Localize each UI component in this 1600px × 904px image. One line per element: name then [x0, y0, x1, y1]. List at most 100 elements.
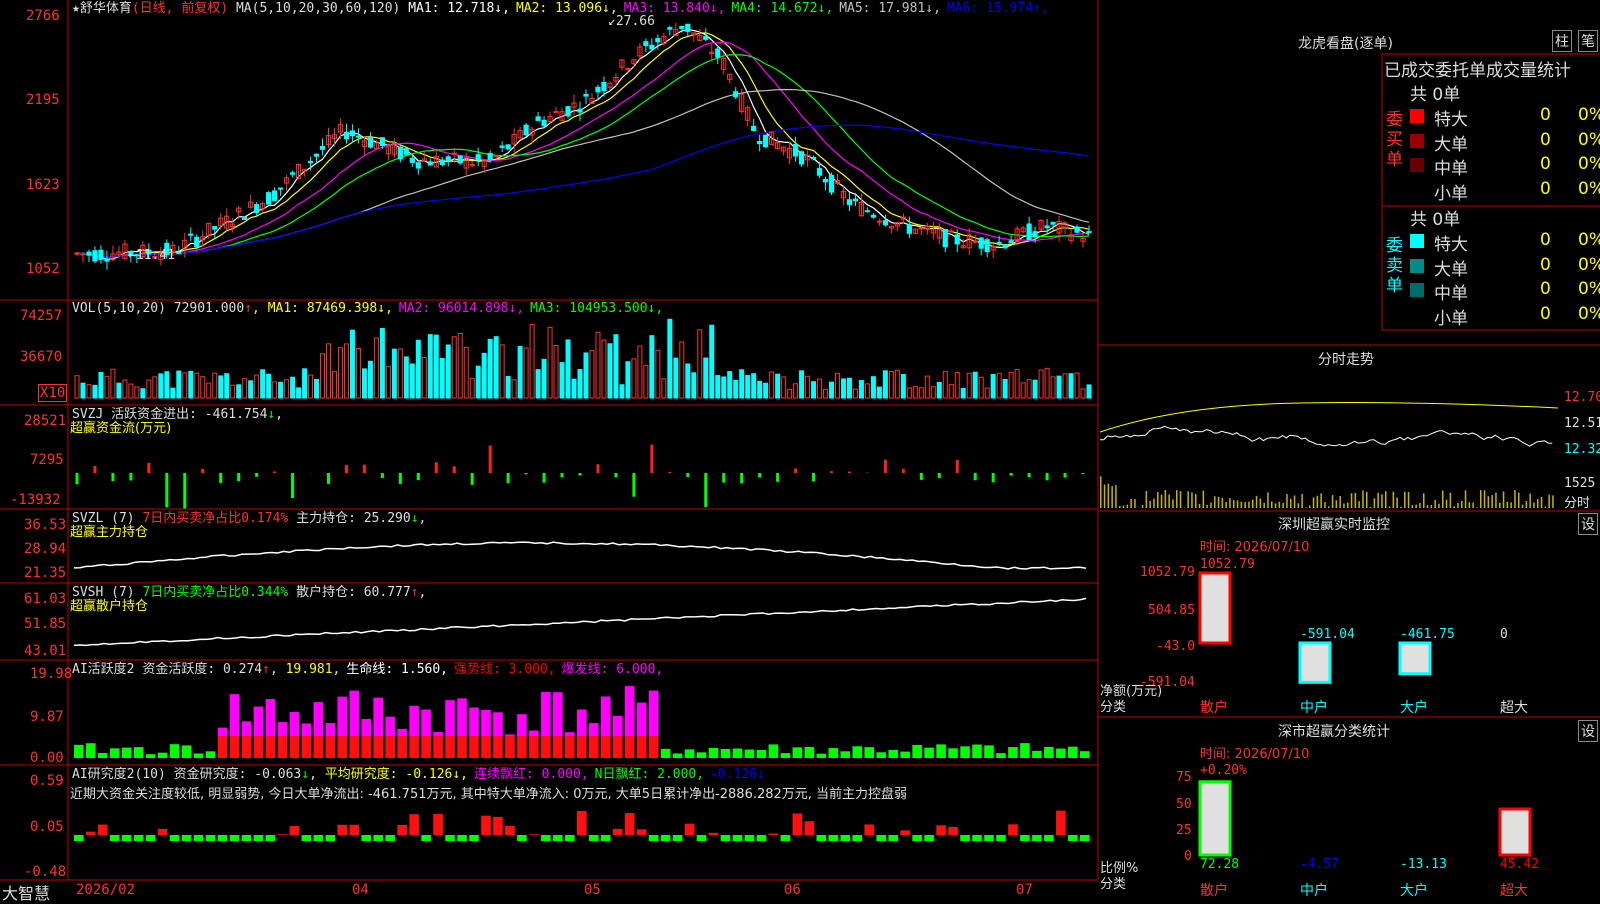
- volume-bar: [758, 381, 762, 398]
- volume-bar: [740, 370, 744, 398]
- ai-active-bar: [661, 749, 671, 758]
- monitor-settings-button[interactable]: 设: [1578, 513, 1598, 535]
- candle-body: [1033, 232, 1037, 237]
- candle-body: [380, 138, 384, 146]
- ai-active-arrow: ↑: [262, 662, 270, 677]
- intraday-volume-bar: [1142, 505, 1144, 508]
- svzj-bar: [435, 462, 438, 473]
- volume-bar: [303, 369, 307, 398]
- monitor-category: 大户: [1400, 697, 1428, 717]
- ai-active-bar-base: [314, 736, 324, 758]
- stock-chart-canvas[interactable]: [0, 0, 1600, 900]
- volume-bar: [824, 389, 828, 398]
- volume-bar: [506, 376, 510, 398]
- monitor-category: 中户: [1300, 697, 1328, 717]
- ai-research-bar: [805, 821, 815, 835]
- candle-body: [877, 221, 881, 222]
- ai-research-bar: [302, 835, 312, 841]
- vol-axis-label: 74257: [20, 308, 62, 324]
- ai-research-bar: [361, 835, 371, 841]
- ai-research-bar: [385, 835, 395, 841]
- candle-body: [566, 107, 570, 116]
- candle-body: [584, 94, 588, 96]
- ai-active-bar-base: [326, 736, 336, 758]
- volume-bar: [530, 325, 534, 398]
- legend-item: MA6: 15.974↑,: [947, 1, 1049, 16]
- intraday-volume-bar: [1130, 499, 1132, 508]
- volume-bar: [997, 373, 1001, 398]
- ai-research-bar: [817, 835, 827, 841]
- intraday-volume-bar: [1115, 485, 1117, 508]
- stats-bar: [1500, 809, 1530, 855]
- ai-research-bar: [912, 835, 922, 841]
- svzj-bar: [489, 445, 492, 473]
- ai-active-bar: [972, 745, 982, 758]
- ai-active-bar: [122, 748, 132, 758]
- longhu-tick-button[interactable]: 笔: [1578, 30, 1598, 52]
- intraday-volume-bar: [1548, 495, 1550, 508]
- intraday-volume-bar: [1408, 492, 1410, 508]
- intraday-volume-bar: [1355, 493, 1357, 508]
- volume-bar: [746, 376, 750, 398]
- chart-mode[interactable]: (日线, 前复权): [132, 1, 228, 16]
- brand-logo[interactable]: 大智慧: [2, 880, 50, 904]
- volume-bar: [261, 370, 265, 398]
- ai-research-bar: [697, 835, 707, 841]
- ai-active-bar-base: [278, 736, 288, 758]
- intraday-volume-bar: [1347, 502, 1349, 508]
- candle-body: [883, 221, 887, 225]
- volume-bar: [285, 380, 289, 398]
- volume-bar: [273, 382, 277, 398]
- star-icon[interactable]: ★: [72, 1, 80, 16]
- svzj-bar: [111, 473, 114, 481]
- intraday-volume-bar: [1172, 499, 1174, 508]
- intraday-volume-bar: [1134, 499, 1136, 508]
- volume-bar: [1015, 370, 1019, 398]
- intraday-volume-bar: [1233, 500, 1235, 508]
- volume-bar: [871, 377, 875, 398]
- ai-active-axis-label: 0.00: [30, 750, 64, 766]
- ai-active-bar: [912, 745, 922, 758]
- candle-body: [811, 158, 815, 159]
- candle-body: [955, 235, 959, 244]
- volume-bar: [1069, 374, 1073, 398]
- monitor-category: 超大: [1500, 697, 1528, 717]
- svzj-bar: [974, 473, 977, 480]
- intraday-volume-bar: [1495, 493, 1497, 508]
- intraday-volume-bar: [1339, 496, 1341, 508]
- ai-research-bar: [254, 835, 264, 841]
- stats-settings-button[interactable]: 设: [1578, 720, 1598, 742]
- volume-bar: [608, 344, 612, 398]
- buy-total: 共 0单: [1410, 80, 1460, 105]
- intraday-volume-bar: [1377, 493, 1379, 508]
- volume-bar: [847, 378, 851, 398]
- row-pct: 0%: [1578, 230, 1600, 250]
- svzj-title: SVZJ 活跃资金进出: -461.754↓,: [72, 407, 283, 422]
- volume-bar: [782, 377, 786, 398]
- stats-bar-label: -13.13: [1400, 857, 1447, 872]
- stock-name[interactable]: 舒华体育: [80, 1, 132, 16]
- candle-body: [686, 24, 690, 31]
- ai-active-bar-top: [541, 692, 551, 736]
- intraday-volume-bar: [1317, 496, 1319, 508]
- volume-bar: [267, 374, 271, 398]
- volume-bar: [117, 383, 121, 398]
- svsh-axis-label: 43.01: [24, 643, 66, 659]
- svzj-axis-label: 28521: [24, 413, 66, 429]
- svsh-arrow: ↑: [411, 585, 419, 600]
- volume-bar: [985, 388, 989, 398]
- longhu-tab-header[interactable]: 已成交委托单成交量统计: [1384, 56, 1571, 81]
- intraday-price-line: [1100, 426, 1552, 446]
- stats-bar-label: 72.28: [1200, 857, 1239, 872]
- volume-bar: [93, 385, 97, 398]
- ai-active-bar-base: [290, 736, 300, 758]
- sell-total: 共 0单: [1410, 205, 1460, 230]
- legend-item: MA2: 13.096↓,: [516, 1, 618, 16]
- ai-active-bar-base: [613, 736, 623, 758]
- ai-active-bar: [134, 747, 144, 758]
- candle-body: [428, 162, 432, 165]
- svsh-value: 60.777: [364, 585, 411, 600]
- intraday-volume-bar: [1108, 484, 1110, 508]
- intraday-volume-bar: [1537, 499, 1539, 508]
- longhu-bar-button[interactable]: 柱: [1552, 30, 1572, 52]
